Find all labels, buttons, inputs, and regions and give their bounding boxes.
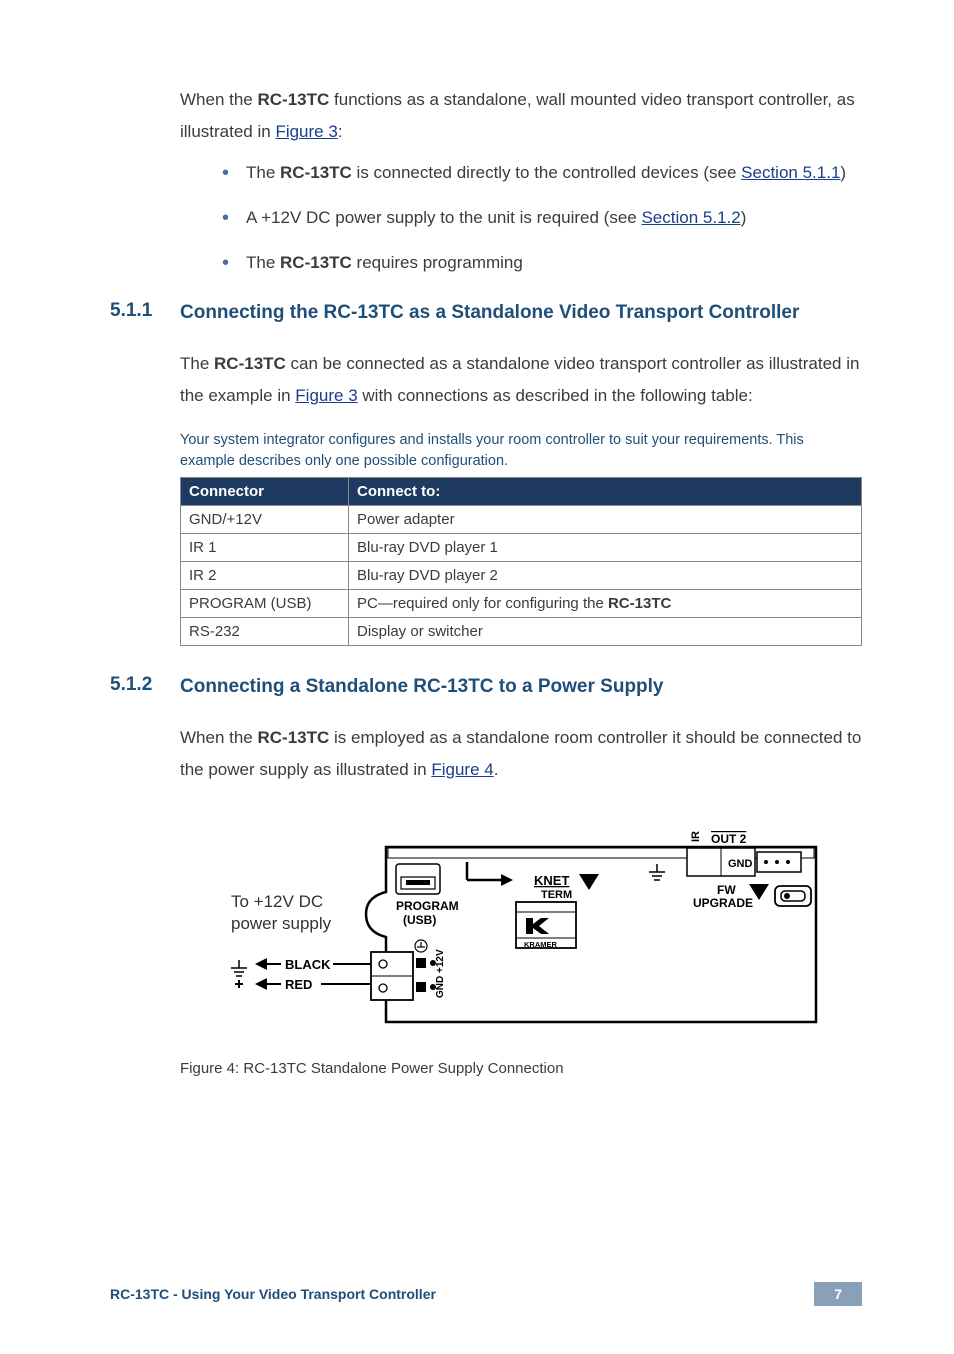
- label-program-1: PROGRAM: [396, 899, 459, 913]
- cell: Power adapter: [349, 505, 862, 533]
- section-511-heading: 5.1.1 Connecting the RC-13TC as a Standa…: [110, 300, 862, 326]
- bullet-item-1: The RC-13TC is connected directly to the…: [222, 159, 862, 186]
- table-header-connect-to: Connect to:: [349, 477, 862, 505]
- device-name: RC-13TC: [280, 163, 352, 182]
- label-upgrade: UPGRADE: [693, 896, 753, 910]
- text: is connected directly to the controlled …: [352, 163, 741, 182]
- intro-paragraph: When the RC-13TC functions as a standalo…: [180, 84, 862, 149]
- intro-bullet-list: The RC-13TC is connected directly to the…: [180, 159, 862, 277]
- bullet-item-2: A +12V DC power supply to the unit is re…: [222, 204, 862, 231]
- device-name: RC-13TC: [214, 354, 286, 373]
- cell: RS-232: [181, 617, 349, 645]
- label-gnd-12v: GND +12V: [435, 949, 446, 998]
- label-red: RED: [285, 977, 312, 992]
- text: ): [741, 208, 747, 227]
- table-row: PROGRAM (USB) PC—required only for confi…: [181, 589, 862, 617]
- label-program-2: (USB): [403, 913, 436, 927]
- cell: Display or switcher: [349, 617, 862, 645]
- device-name: RC-13TC: [608, 595, 671, 612]
- page-footer: RC-13TC - Using Your Video Transport Con…: [110, 1282, 862, 1306]
- arrow-left-icon: [255, 958, 281, 970]
- label-term: TERM: [541, 889, 572, 901]
- section-title: Connecting a Standalone RC-13TC to a Pow…: [180, 674, 664, 700]
- connections-table: Connector Connect to: GND/+12V Power ada…: [180, 477, 862, 646]
- cell: IR 2: [181, 561, 349, 589]
- text: When the: [180, 90, 258, 109]
- plus-icon: [235, 980, 243, 988]
- cell: PC—required only for configuring the RC-…: [349, 589, 862, 617]
- section-512-heading: 5.1.2 Connecting a Standalone RC-13TC to…: [110, 674, 862, 700]
- label-to-psu-2: power supply: [231, 914, 332, 933]
- text: :: [338, 122, 343, 141]
- table-row: RS-232 Display or switcher: [181, 617, 862, 645]
- text: The: [246, 253, 280, 272]
- text: .: [494, 760, 499, 779]
- footer-title: RC-13TC - Using Your Video Transport Con…: [110, 1286, 436, 1302]
- label-black: BLACK: [285, 957, 331, 972]
- label-fw: FW: [717, 883, 736, 897]
- link-section-511[interactable]: Section 5.1.1: [741, 163, 840, 182]
- cell: Blu-ray DVD player 2: [349, 561, 862, 589]
- label-knet: KNET: [534, 873, 569, 888]
- table-header-connector: Connector: [181, 477, 349, 505]
- cell: PROGRAM (USB): [181, 589, 349, 617]
- label-ir: IR: [690, 831, 702, 842]
- section-number: 5.1.2: [110, 674, 180, 696]
- bullet-item-3: The RC-13TC requires programming: [222, 249, 862, 276]
- device-name: RC-13TC: [258, 728, 330, 747]
- device-name: RC-13TC: [280, 253, 352, 272]
- arrow-left-icon: [255, 978, 281, 990]
- text: When the: [180, 728, 258, 747]
- section-title: Connecting the RC-13TC as a Standalone V…: [180, 300, 799, 326]
- section-511-paragraph: The RC-13TC can be connected as a standa…: [180, 348, 862, 413]
- cell: IR 1: [181, 533, 349, 561]
- section-number: 5.1.1: [110, 300, 180, 322]
- label-to-psu-1: To +12V DC: [231, 892, 323, 911]
- label-gnd: GND: [728, 858, 753, 870]
- figure-4-caption: Figure 4: RC-13TC Standalone Power Suppl…: [180, 1060, 862, 1077]
- text: with connections as described in the fol…: [358, 386, 753, 405]
- figure-4-diagram: To +12V DC power supply BLACK: [180, 802, 862, 1042]
- table-row: IR 1 Blu-ray DVD player 1: [181, 533, 862, 561]
- configuration-note: Your system integrator configures and in…: [180, 430, 862, 471]
- text: The: [180, 354, 214, 373]
- table-row: GND/+12V Power adapter: [181, 505, 862, 533]
- page-number: 7: [814, 1282, 862, 1306]
- device-name: RC-13TC: [258, 90, 330, 109]
- cell: Blu-ray DVD player 1: [349, 533, 862, 561]
- link-figure-3[interactable]: Figure 3: [275, 122, 337, 141]
- link-figure-3[interactable]: Figure 3: [295, 386, 357, 405]
- link-figure-4[interactable]: Figure 4: [431, 760, 493, 779]
- text: A +12V DC power supply to the unit is re…: [246, 208, 641, 227]
- text: PC—required only for configuring the: [357, 595, 608, 612]
- section-512-paragraph: When the RC-13TC is employed as a standa…: [180, 722, 862, 787]
- text: requires programming: [352, 253, 523, 272]
- text: The: [246, 163, 280, 182]
- cell: GND/+12V: [181, 505, 349, 533]
- usb-port-icon: [396, 864, 440, 894]
- text: ): [840, 163, 846, 182]
- ir-out-block: IR OUT 2 GND: [687, 831, 801, 876]
- link-section-512[interactable]: Section 5.1.2: [641, 208, 740, 227]
- label-out2: OUT 2: [711, 832, 747, 846]
- ground-icon: [231, 960, 247, 976]
- label-kramer: KRAMER: [524, 940, 557, 949]
- table-row: IR 2 Blu-ray DVD player 2: [181, 561, 862, 589]
